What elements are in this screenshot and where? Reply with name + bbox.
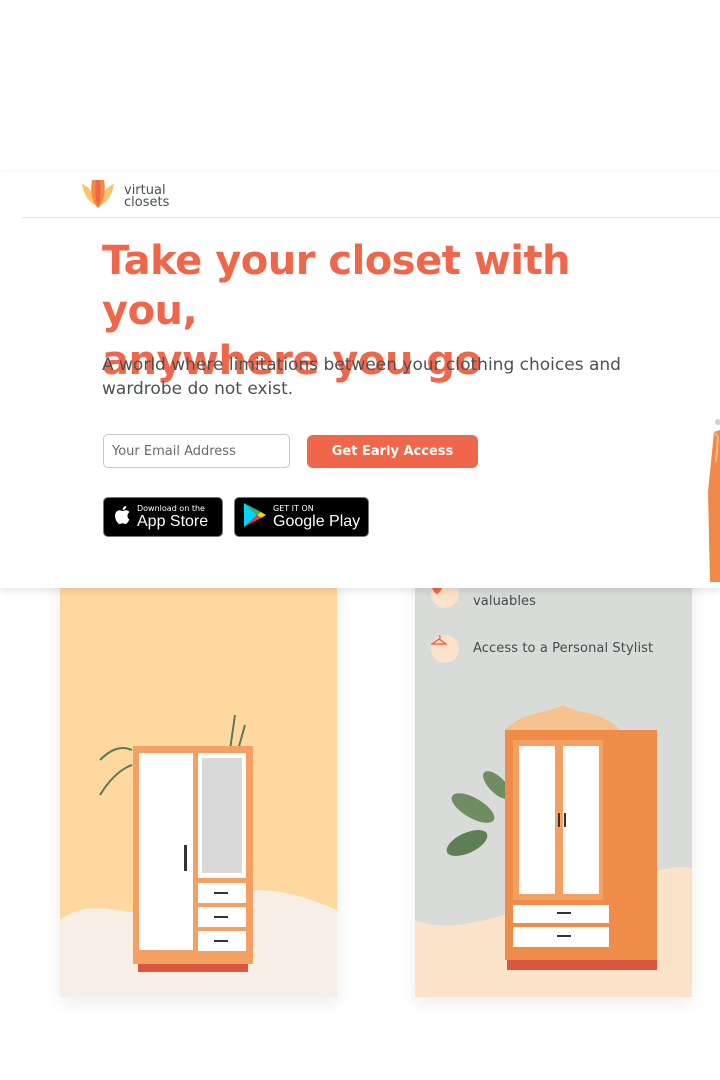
email-input[interactable] <box>103 434 290 468</box>
hanger-icon <box>431 635 459 663</box>
google-play-icon <box>243 502 267 533</box>
app-store-small: Download on the <box>137 503 205 513</box>
wardrobe-illustration <box>60 714 337 997</box>
app-store-badge[interactable]: Download on the App Store <box>103 497 223 537</box>
google-play-badge[interactable]: GET IT ON Google Play <box>234 497 369 537</box>
app-store-text: Download on the App Store <box>137 504 208 531</box>
brand-logo[interactable]: virtual closets <box>80 178 169 215</box>
feature-label: valuables <box>473 594 537 609</box>
google-play-small: GET IT ON <box>273 503 314 513</box>
clothing-illustration <box>700 382 720 587</box>
wardrobe-card-left <box>60 560 337 997</box>
logo-wordmark: virtual closets <box>124 184 170 210</box>
armoire-illustration <box>415 705 692 997</box>
feature-label: Access to a Personal Stylist <box>473 641 654 656</box>
apple-icon <box>113 504 131 531</box>
logo-icon <box>80 178 116 215</box>
logo-line2: closets <box>124 194 170 210</box>
google-play-big: Google Play <box>273 512 361 530</box>
title-line1: Take your closet with you, <box>102 238 571 334</box>
google-play-text: GET IT ON Google Play <box>273 504 360 531</box>
app-store-big: App Store <box>137 512 209 530</box>
wardrobe-card-right: valuables Access to a Personal Stylist <box>415 560 692 997</box>
feature-personal-stylist: Access to a Personal Stylist <box>431 635 653 663</box>
get-early-access-button[interactable]: Get Early Access <box>307 435 478 468</box>
hero-modal: virtual closets Take your closet with yo… <box>0 172 720 588</box>
hero-subtitle: A world where limitations between your c… <box>102 355 621 399</box>
